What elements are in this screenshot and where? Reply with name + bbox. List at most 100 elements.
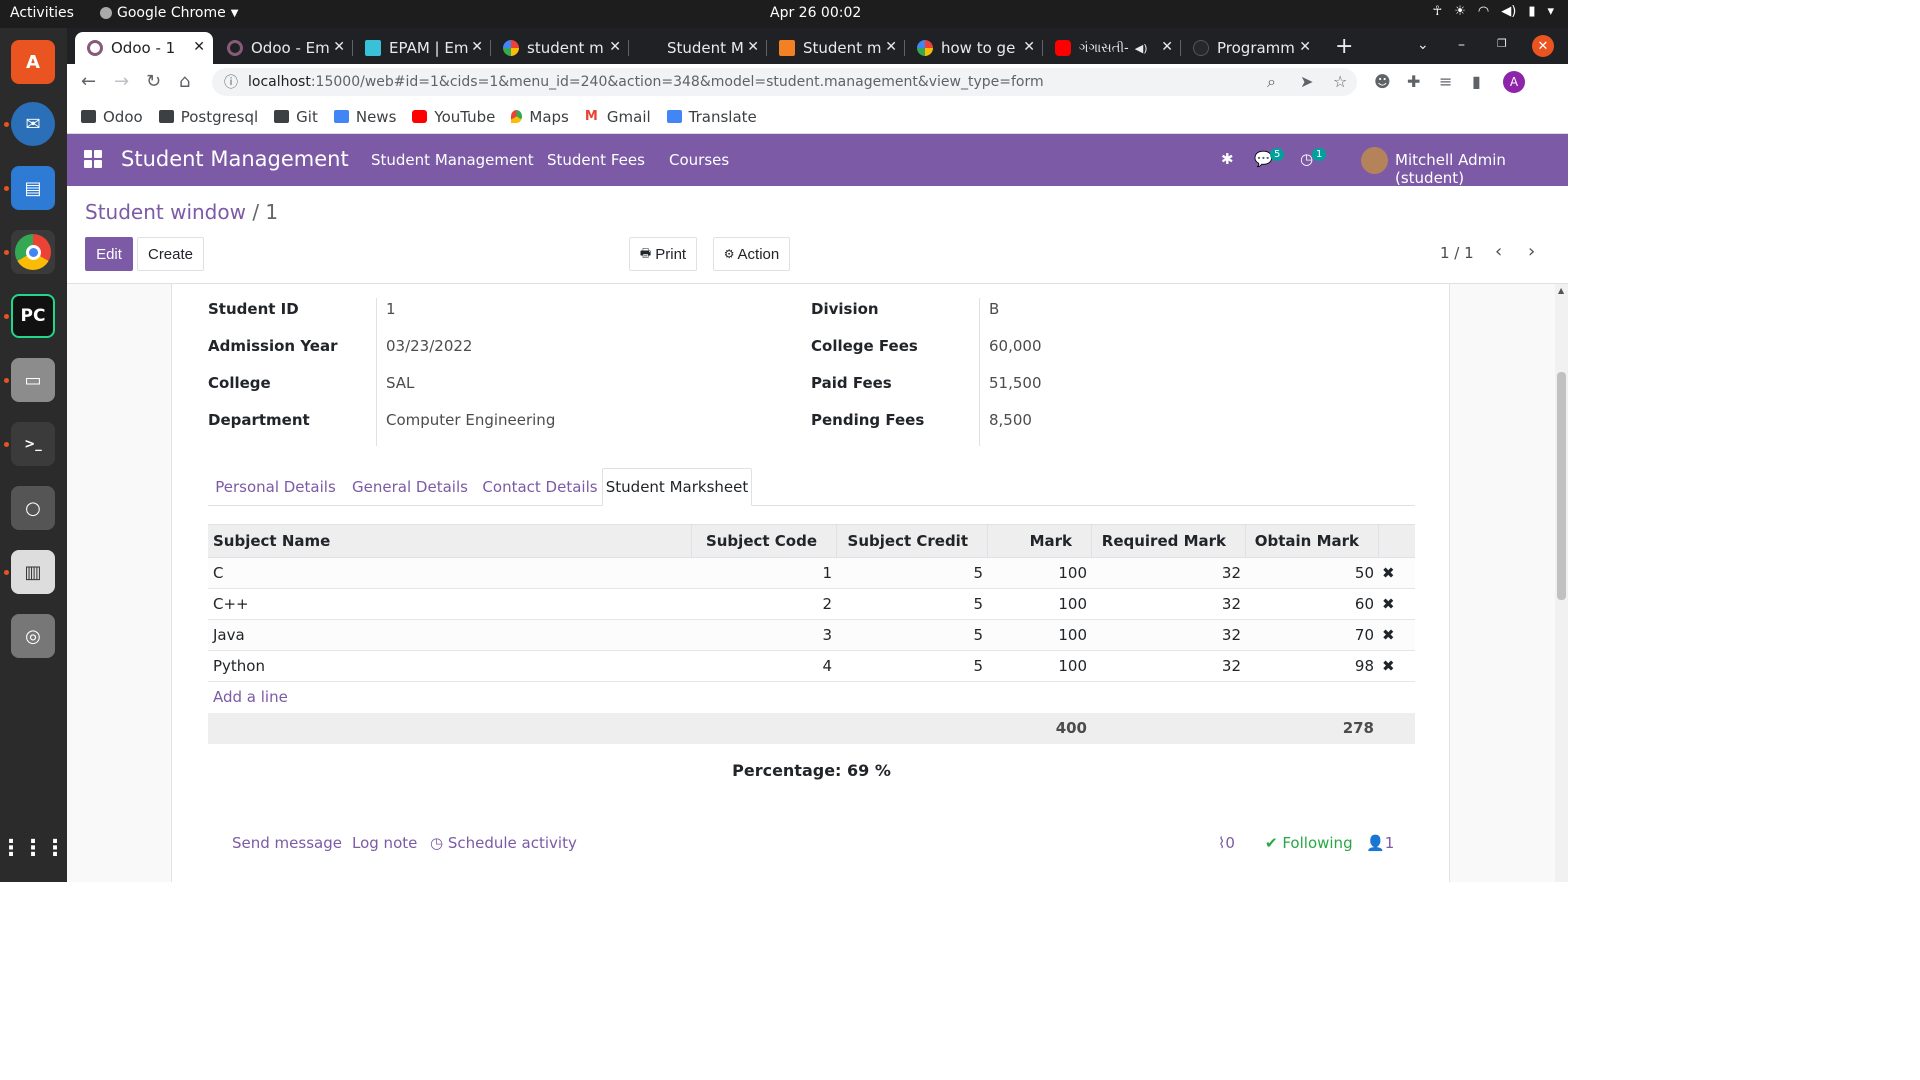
brightness-icon[interactable]: ☀ (1454, 4, 1466, 19)
volume-icon[interactable]: ◀) (1501, 4, 1516, 19)
tab-general-details[interactable]: General Details (345, 468, 475, 506)
system-tray[interactable]: ☥ ☀ ◠ ◀) ▮ ▾ (1433, 4, 1554, 19)
battery-icon[interactable]: ▮ (1528, 4, 1535, 19)
address-bar[interactable]: ⓘ localhost:15000/web#id=1&cids=1&menu_i… (212, 68, 1357, 96)
browser-tab[interactable]: Odoo - 1 ✕ (75, 32, 213, 64)
image-viewer-icon[interactable]: ○ (11, 486, 55, 530)
pager-value[interactable]: 1 / 1 (1440, 244, 1474, 262)
new-tab-button[interactable]: + (1335, 34, 1353, 59)
following-button[interactable]: ✔ Following (1265, 834, 1353, 852)
software-center-icon[interactable]: A (11, 40, 55, 84)
app-menu[interactable]: Google Chrome ▼ (100, 5, 238, 21)
speaker-icon[interactable]: ◀) (1135, 42, 1148, 55)
pycharm-icon[interactable]: PC (11, 294, 55, 338)
tab-search-icon[interactable]: ⌄ (1417, 37, 1429, 53)
column-header-mark[interactable]: Mark (987, 532, 1072, 550)
browser-tab[interactable]: ગંગાસતી- ◀) ✕ (1043, 32, 1181, 64)
minimize-icon[interactable]: – (1458, 37, 1465, 53)
delete-row-icon[interactable]: ✖ (1382, 595, 1395, 613)
scroll-up-icon[interactable]: ▲ (1558, 286, 1564, 295)
bookmark-odoo[interactable]: Odoo (81, 108, 143, 126)
activities-button[interactable]: Activities (10, 5, 74, 21)
bookmark-news[interactable]: News (333, 108, 396, 126)
show-apps-icon[interactable]: ⋮⋮⋮ (0, 826, 66, 870)
site-info-icon[interactable]: ⓘ (224, 72, 238, 92)
accessibility-icon[interactable]: ☥ (1433, 4, 1443, 19)
column-header-subject-credit[interactable]: Subject Credit (836, 532, 968, 550)
home-icon[interactable]: ⌂ (179, 71, 190, 92)
extensions-icon[interactable]: ✚ (1407, 72, 1420, 91)
bookmark-postgresql[interactable]: Postgresql (158, 108, 258, 126)
browser-tab[interactable]: EPAM | Em ✕ (353, 32, 491, 64)
browser-tab[interactable]: Student M ✕ (629, 32, 767, 64)
close-tab-icon[interactable]: ✕ (1299, 39, 1311, 55)
bookmark-git[interactable]: Git (274, 108, 318, 126)
table-row[interactable]: C 1 5 100 32 50 ✖ (208, 558, 1415, 589)
table-row[interactable]: Java 3 5 100 32 70 ✖ (208, 620, 1415, 651)
column-header-required-mark[interactable]: Required Mark (1091, 532, 1226, 550)
user-menu[interactable]: Mitchell Admin (student) (1395, 151, 1568, 187)
edit-button[interactable]: Edit (85, 237, 133, 271)
browser-tab[interactable]: student m ✕ (491, 32, 629, 64)
bookmark-maps[interactable]: Maps (511, 108, 569, 126)
app-menu-grid-icon[interactable] (84, 150, 102, 168)
followers-button[interactable]: 👤1 (1366, 834, 1394, 852)
restore-icon[interactable]: ❐ (1497, 37, 1507, 50)
column-header-subject-name[interactable]: Subject Name (213, 532, 330, 550)
create-button[interactable]: Create (137, 237, 204, 271)
reload-icon[interactable]: ↻ (146, 71, 161, 92)
bookmark-translate[interactable]: Translate (666, 108, 757, 126)
power-menu-icon[interactable]: ▾ (1547, 4, 1554, 19)
print-button[interactable]: 🖶 Print (629, 237, 697, 271)
table-row[interactable]: Python 4 5 100 32 98 ✖ (208, 651, 1415, 682)
window-close-icon[interactable]: ✕ (1532, 35, 1554, 57)
send-message-button[interactable]: Send message (232, 834, 342, 852)
schedule-activity-button[interactable]: ◷ Schedule activity (430, 834, 577, 852)
user-avatar[interactable] (1361, 147, 1388, 174)
bookmark-star-icon[interactable]: ☆ (1333, 72, 1347, 91)
delete-row-icon[interactable]: ✖ (1382, 657, 1395, 675)
profile-avatar[interactable]: A (1503, 71, 1525, 93)
close-tab-icon[interactable]: ✕ (1161, 39, 1173, 55)
chrome-icon[interactable] (11, 230, 55, 274)
pager-previous-icon[interactable]: ‹ (1495, 241, 1502, 262)
page-scrollbar[interactable]: ▲ (1555, 284, 1568, 882)
menu-courses[interactable]: Courses (669, 151, 729, 169)
column-header-subject-code[interactable]: Subject Code (691, 532, 817, 550)
bookmark-gmail[interactable]: M Gmail (585, 108, 651, 126)
browser-tab[interactable]: how to ge ✕ (905, 32, 1043, 64)
menu-student-fees[interactable]: Student Fees (547, 151, 645, 169)
close-tab-icon[interactable]: ✕ (471, 39, 483, 55)
debug-bug-icon[interactable]: ✱ (1221, 150, 1234, 168)
menu-student-management[interactable]: Student Management (371, 151, 534, 169)
close-tab-icon[interactable]: ✕ (885, 39, 897, 55)
writer-icon[interactable]: ▤ (11, 166, 55, 210)
log-note-button[interactable]: Log note (352, 834, 417, 852)
thunderbird-icon[interactable]: ✉ (11, 102, 55, 146)
zoom-icon[interactable]: ⌕ (1267, 72, 1276, 92)
breadcrumb-parent[interactable]: Student window (85, 200, 246, 224)
send-icon[interactable]: ➤ (1300, 72, 1313, 91)
tab-student-marksheet[interactable]: Student Marksheet (602, 468, 752, 506)
clock[interactable]: Apr 26 00:02 (770, 5, 861, 21)
add-line-link[interactable]: Add a line (213, 688, 288, 706)
document-viewer-icon[interactable]: ▥ (11, 550, 55, 594)
tab-contact-details[interactable]: Contact Details (475, 468, 605, 506)
back-icon[interactable]: ← (81, 71, 96, 92)
wifi-icon[interactable]: ◠ (1478, 4, 1489, 19)
browser-tab[interactable]: Programm ✕ (1181, 32, 1319, 64)
app-brand[interactable]: Student Management (121, 147, 349, 171)
close-tab-icon[interactable]: ✕ (1023, 39, 1035, 55)
pager-next-icon[interactable]: › (1528, 241, 1535, 262)
disc-icon[interactable]: ◎ (11, 614, 55, 658)
files-icon[interactable]: ▭ (11, 358, 55, 402)
terminal-icon[interactable]: >_ (11, 422, 55, 466)
close-tab-icon[interactable]: ✕ (609, 39, 621, 55)
close-tab-icon[interactable]: ✕ (747, 39, 759, 55)
forward-icon[interactable]: → (114, 71, 129, 92)
column-header-obtain-mark[interactable]: Obtain Mark (1245, 532, 1359, 550)
extension-monkey-icon[interactable]: ☻ (1374, 72, 1391, 91)
table-row[interactable]: C++ 2 5 100 32 60 ✖ (208, 589, 1415, 620)
attachments-button[interactable]: ⌇0 (1218, 834, 1235, 852)
close-tab-icon[interactable]: ✕ (333, 39, 345, 55)
